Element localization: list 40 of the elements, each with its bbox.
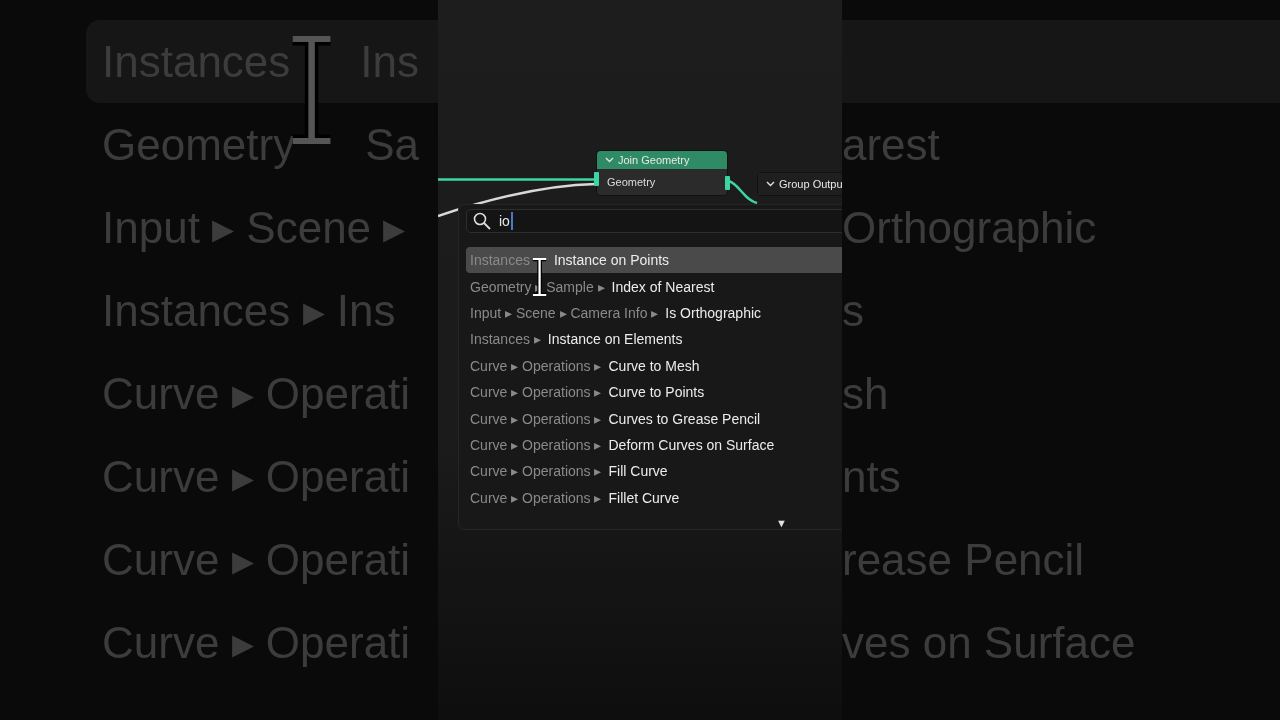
- result-name: Fillet Curve: [608, 489, 680, 506]
- node-card[interactable]: Join Geometry Geometry: [596, 150, 728, 196]
- result-path: Curve ▸ Operations ▸: [470, 437, 602, 453]
- result-name: Instance on Elements: [547, 331, 683, 348]
- node-wire: [728, 179, 758, 205]
- result-path: Curve ▸ Operations ▸: [470, 410, 602, 427]
- text-cursor-icon: [532, 258, 548, 296]
- search-result[interactable]: Curve ▸ Operations ▸ Deform Curves on Surface: [466, 431, 842, 459]
- search-icon: [473, 212, 491, 231]
- node-card[interactable]: Group Outpu: [757, 172, 842, 196]
- chevron-down-icon[interactable]: [766, 181, 775, 187]
- result-name: Curves to Grease Pencil: [608, 410, 761, 427]
- result-path: Curve ▸ Operations ▸: [470, 489, 602, 506]
- search-result[interactable]: Curve ▸ Operations ▸ Curve to Points: [466, 379, 842, 406]
- result-name: Curve to Mesh: [608, 357, 700, 374]
- search-result[interactable]: Curve ▸ Operations ▸ Curve to Mesh: [466, 352, 842, 380]
- scroll-more-indicator[interactable]: ▼: [776, 517, 787, 529]
- result-path: Input ▸ Scene ▸ Camera Info ▸: [470, 305, 659, 322]
- search-result[interactable]: Curve ▸ Operations ▸ Fillet Curve: [466, 484, 842, 511]
- result-name: Instance on Points: [553, 252, 670, 269]
- result-name: Is Orthographic: [665, 305, 762, 322]
- result-path: Curve ▸ Operations ▸: [470, 357, 602, 374]
- search-field[interactable]: io: [466, 209, 842, 234]
- result-name: Fill Curve: [608, 463, 668, 480]
- search-result[interactable]: Instances Instance on Points: [466, 247, 842, 274]
- result-name: Curve to Points: [608, 384, 705, 401]
- search-result[interactable]: Curve ▸ Operations ▸ Curves to Grease Pencil: [466, 405, 842, 432]
- result-path: Curve ▸ Operations ▸: [470, 384, 602, 401]
- result-name: Index of Nearest: [611, 278, 715, 295]
- search-result[interactable]: Instances ▸ Instance on Elements: [466, 326, 842, 353]
- search-result[interactable]: Input ▸ Scene ▸ Camera Info ▸ Is Orthographic: [466, 299, 842, 327]
- node-title: Group Outpu: [779, 178, 842, 190]
- socket-label: Geometry: [606, 175, 657, 190]
- search-result[interactable]: Curve ▸ Operations ▸ Fill Curve: [466, 458, 842, 485]
- result-path: Instances ▸: [470, 331, 541, 348]
- result-name: Deform Curves on Surface: [608, 437, 775, 453]
- node-title: Join Geometry: [618, 154, 690, 166]
- result-path: Curve ▸ Operations ▸: [470, 463, 602, 480]
- result-path: Instances: [470, 252, 530, 269]
- search-value: io: [499, 212, 513, 231]
